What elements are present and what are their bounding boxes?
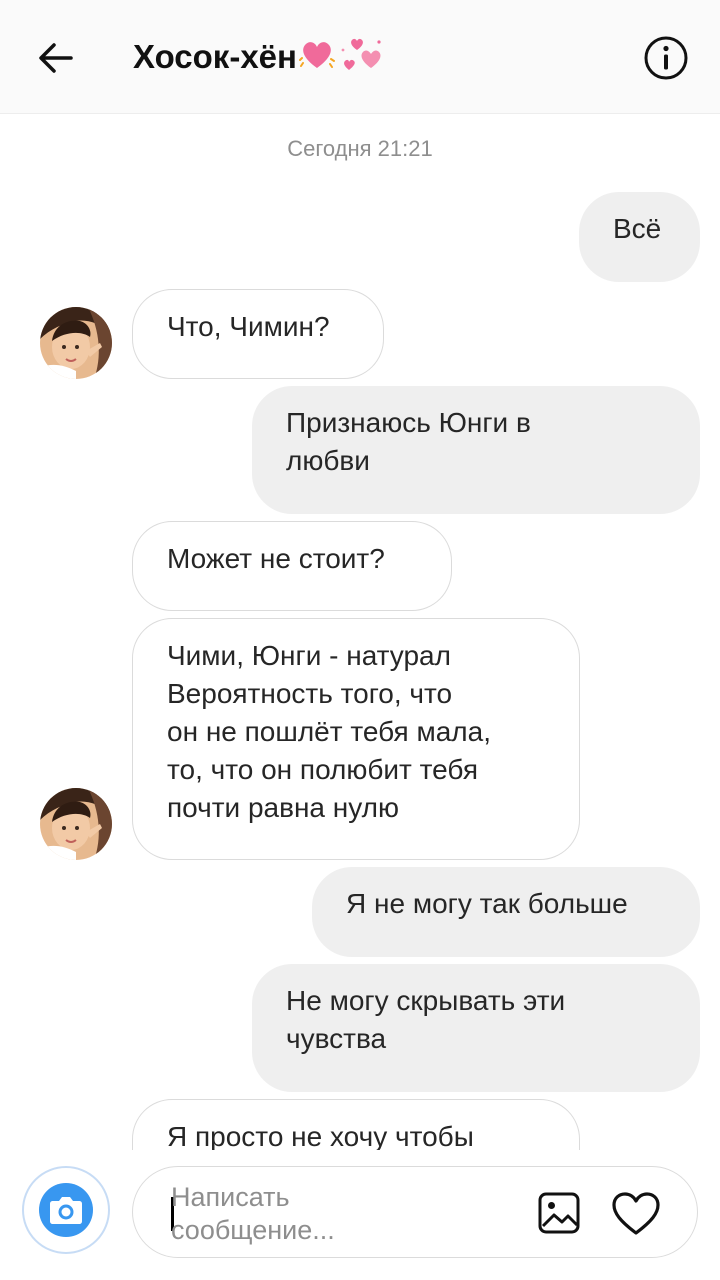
- chat-title-text: Хосок-хён: [133, 38, 297, 75]
- camera-button[interactable]: [22, 1166, 110, 1254]
- hearts-emoji-icon: [298, 36, 385, 78]
- avatar[interactable]: [40, 307, 112, 379]
- chat-header: Хосок-хён: [0, 0, 720, 114]
- message-bubble-outgoing[interactable]: Всё: [579, 192, 700, 282]
- back-button[interactable]: [30, 33, 80, 83]
- info-icon: [644, 36, 688, 80]
- message-timestamp: Сегодня 21:21: [287, 136, 433, 161]
- info-button[interactable]: [642, 34, 690, 82]
- message-bubble-outgoing[interactable]: Я не могу так больше: [312, 867, 700, 957]
- message-input[interactable]: [171, 1181, 471, 1247]
- message-bubble-incoming[interactable]: Чими, Юнги - натурал Вероятность того, ч…: [132, 618, 580, 860]
- heart-icon: [612, 1192, 660, 1235]
- chat-title[interactable]: Хосок-хён: [133, 36, 385, 78]
- like-button[interactable]: [611, 1191, 661, 1237]
- arrow-left-icon: [39, 43, 73, 73]
- message-bubble-incoming[interactable]: Может не стоит?: [132, 521, 452, 611]
- message-bubble-outgoing[interactable]: Не могу скрывать эти чувства: [252, 964, 700, 1092]
- message-bubble-incoming[interactable]: Что, Чимин?: [132, 289, 384, 379]
- message-bubble-outgoing[interactable]: Признаюсь Юнги в любви: [252, 386, 700, 514]
- message-input-container[interactable]: [132, 1166, 698, 1258]
- message-composer: [0, 1150, 720, 1280]
- gallery-icon: [538, 1192, 580, 1234]
- avatar[interactable]: [40, 788, 112, 860]
- message-thread[interactable]: Сегодня 21:21 Всё Что, Чимин? Признаюсь …: [0, 114, 720, 1150]
- message-bubble-incoming[interactable]: Я просто не хочу чтобы: [132, 1099, 580, 1150]
- gallery-button[interactable]: [537, 1191, 581, 1235]
- camera-icon: [39, 1183, 93, 1237]
